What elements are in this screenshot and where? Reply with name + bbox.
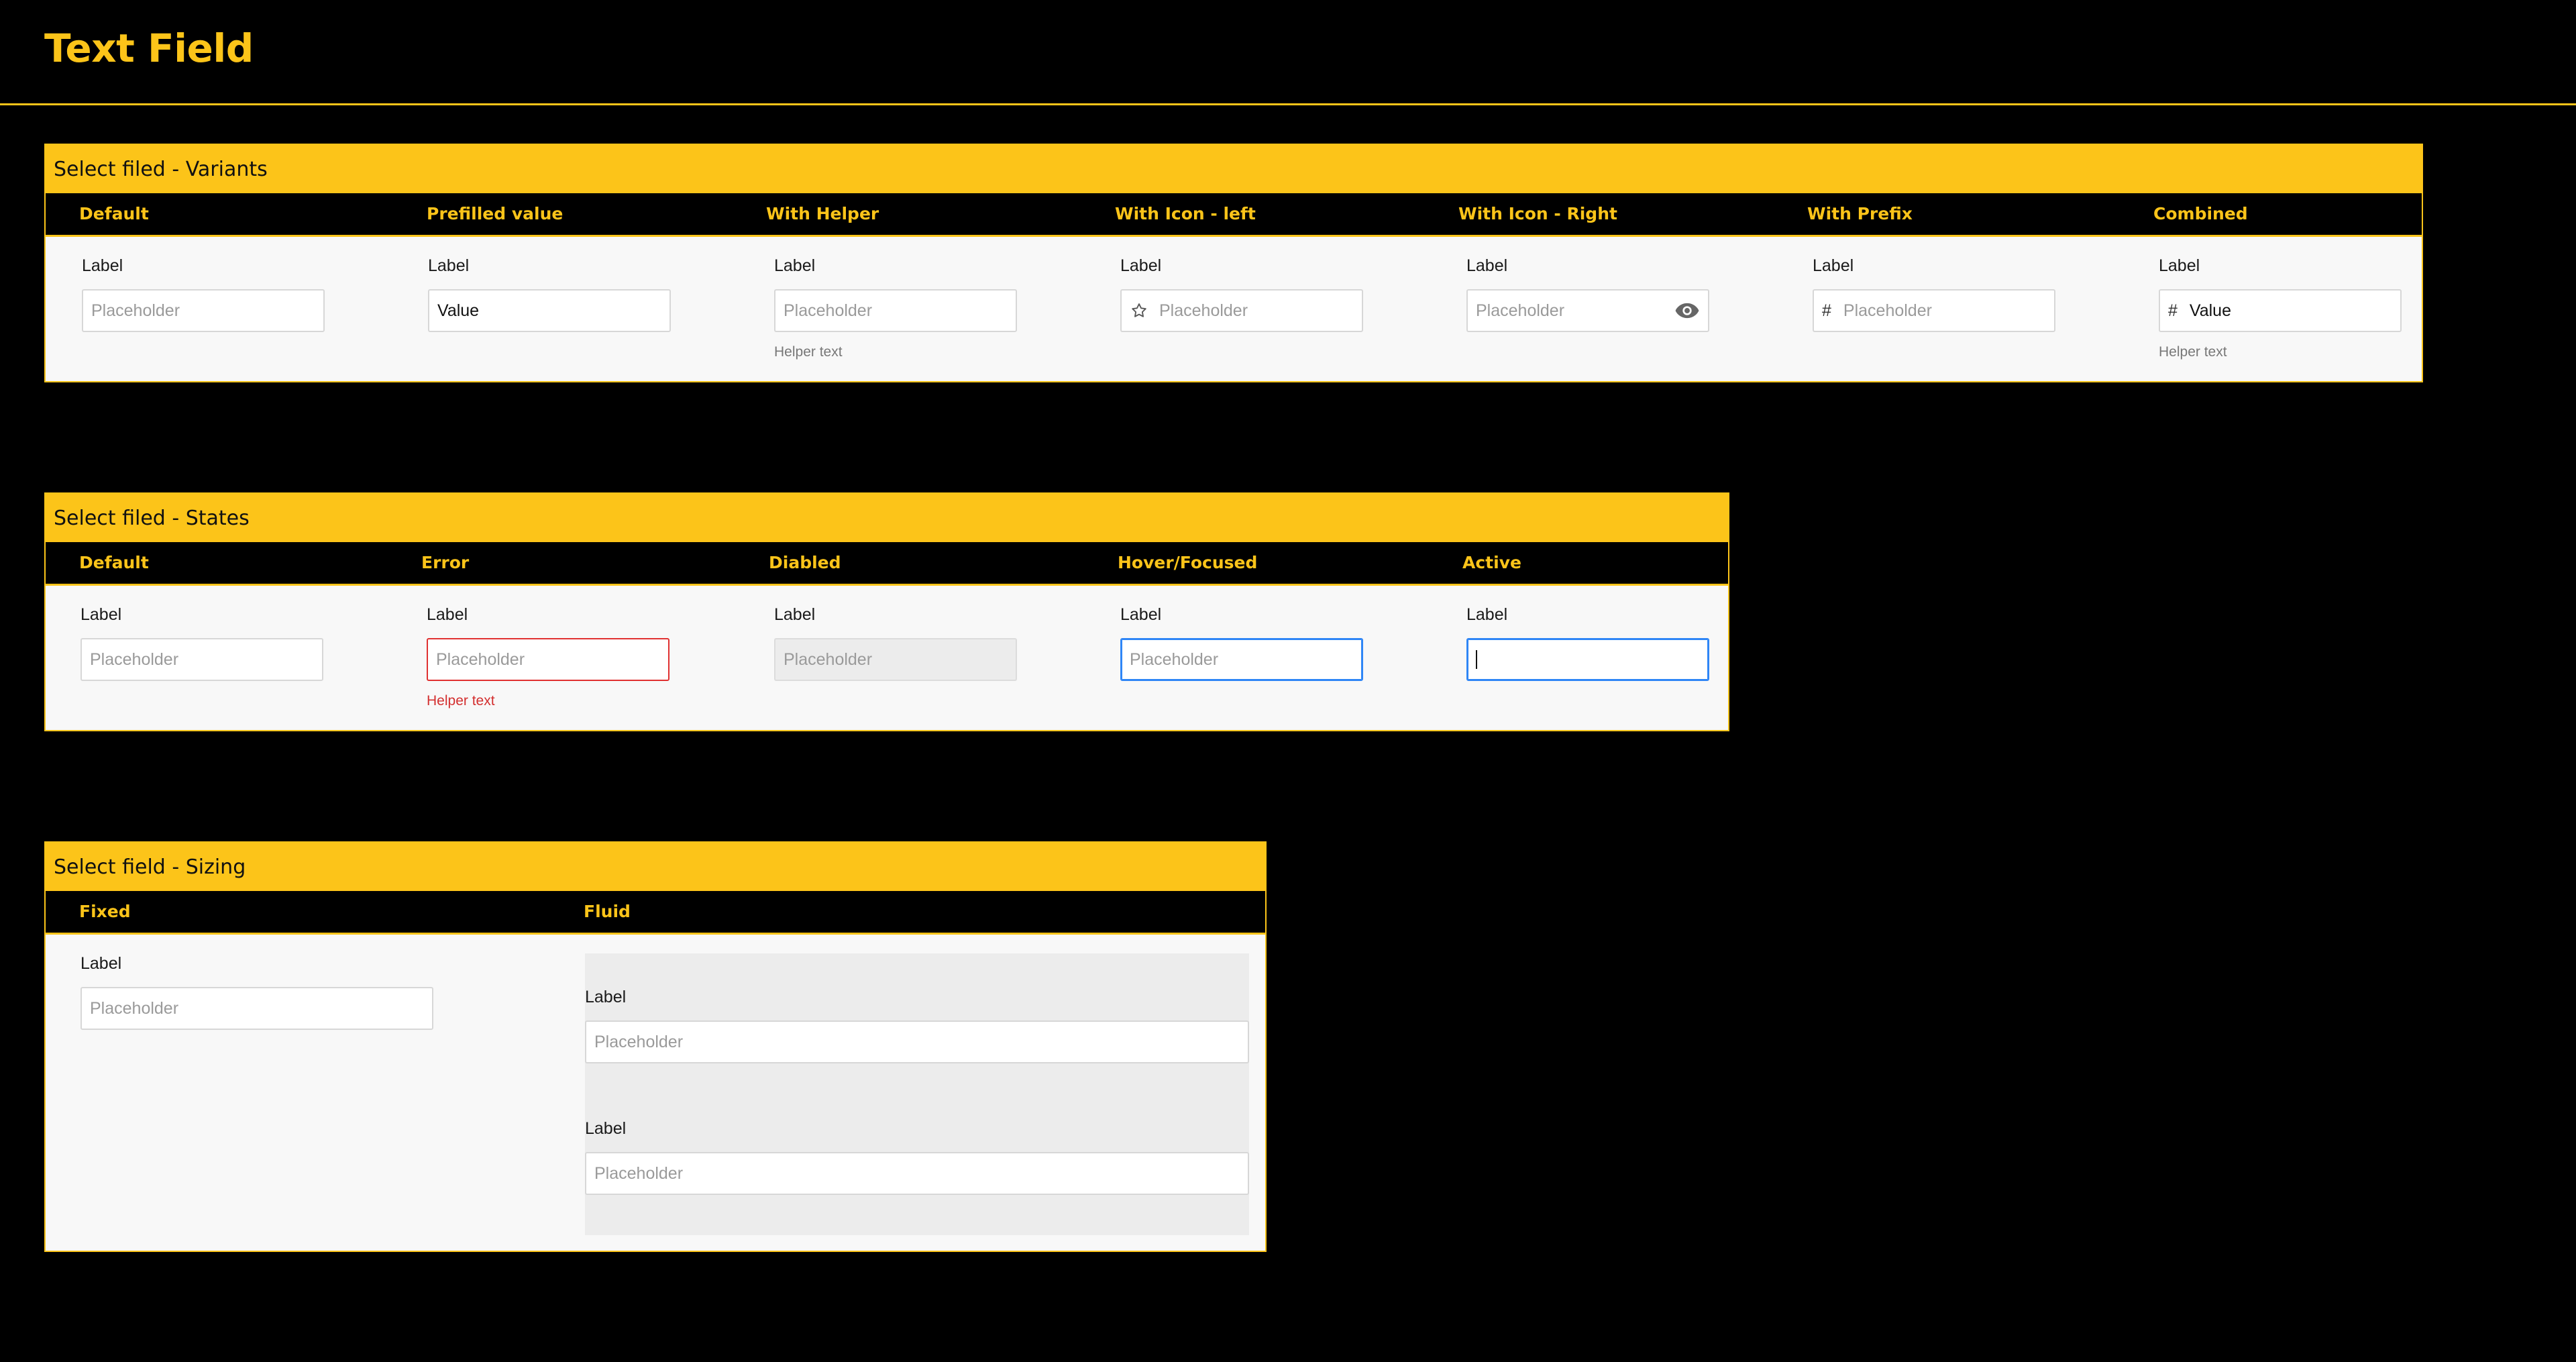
text-caret [1476, 650, 1477, 669]
field-label: Label [1120, 605, 1162, 624]
text-field-fluid: Label Placeholder [585, 1118, 1249, 1195]
column-header-active: Active [1462, 553, 1521, 572]
text-input[interactable]: Placeholder [82, 289, 325, 332]
text-field-state-focused: Label Placeholder [1120, 605, 1363, 681]
text-input[interactable]: # Placeholder [1813, 289, 2055, 332]
text-input[interactable]: Placeholder [80, 987, 433, 1030]
field-label: Label [428, 256, 470, 275]
column-header-disabled: Diabled [769, 553, 841, 572]
field-label: Label [1813, 256, 1854, 275]
text-input[interactable]: Placeholder [585, 1152, 1249, 1195]
states-section-title: Select filed - States [46, 494, 1728, 542]
column-header-fluid: Fluid [584, 902, 631, 921]
text-input[interactable]: Placeholder [585, 1020, 1249, 1063]
input-prefix: # [1822, 301, 1831, 320]
text-input[interactable]: Placeholder [1120, 289, 1363, 332]
sizing-section-title: Select field - Sizing [46, 843, 1265, 891]
error-helper-text: Helper text [427, 693, 495, 709]
text-input[interactable]: Placeholder [1120, 638, 1363, 681]
text-field-icon-left: Label Placeholder [1120, 256, 1363, 332]
text-input[interactable]: Placeholder [1466, 289, 1709, 332]
fluid-container: Label Placeholder Label Placeholder [585, 953, 1249, 1235]
text-field-fixed: Label Placeholder [80, 953, 433, 1030]
input-placeholder: Placeholder [594, 1163, 684, 1183]
text-field-icon-right: Label Placeholder [1466, 256, 1709, 332]
text-input[interactable]: Placeholder [427, 638, 669, 681]
star-outline-icon [1130, 301, 1148, 320]
text-input-disabled: Placeholder [774, 638, 1017, 681]
input-placeholder: Placeholder [1159, 301, 1248, 320]
text-field-with-prefix: Label # Placeholder [1813, 256, 2055, 332]
variants-section: Select filed - Variants Default Prefille… [44, 144, 2423, 382]
column-header-hover-focused: Hover/Focused [1118, 553, 1258, 572]
text-field-state-active: Label [1466, 605, 1709, 681]
input-placeholder: Placeholder [594, 1032, 684, 1051]
text-field-fluid: Label Placeholder [585, 987, 1249, 1063]
text-field-combined: Label # Value Helper text [2159, 256, 2402, 360]
field-label: Label [80, 954, 122, 973]
variants-section-title: Select filed - Variants [46, 145, 2422, 193]
column-header-default: Default [79, 553, 149, 572]
field-label: Label [1466, 605, 1508, 624]
column-header-with-helper: With Helper [766, 204, 879, 223]
helper-text: Helper text [2159, 344, 2227, 360]
text-field-prefilled: Label Value [428, 256, 671, 332]
input-placeholder: Placeholder [784, 301, 873, 320]
input-placeholder: Placeholder [91, 301, 180, 320]
column-header-combined: Combined [2153, 204, 2248, 223]
field-label: Label [1120, 256, 1162, 275]
states-column-headers: Default Error Diabled Hover/Focused Acti… [46, 542, 1728, 586]
field-label: Label [585, 1119, 627, 1138]
field-label: Label [1466, 256, 1508, 275]
input-value: Value [2189, 301, 2231, 320]
field-label: Label [427, 605, 468, 624]
input-placeholder: Placeholder [1130, 649, 1219, 669]
field-label: Label [80, 605, 122, 624]
sizing-section: Select field - Sizing Fixed Fluid Label … [44, 841, 1267, 1252]
text-input[interactable]: Placeholder [80, 638, 323, 681]
input-placeholder: Placeholder [90, 649, 179, 669]
field-label: Label [82, 256, 123, 275]
title-divider [0, 103, 2576, 105]
input-value: Value [437, 301, 480, 320]
text-field-state-error: Label Placeholder Helper text [427, 605, 669, 709]
text-input[interactable] [1466, 638, 1709, 681]
field-label: Label [774, 256, 816, 275]
field-label: Label [2159, 256, 2200, 275]
column-header-error: Error [421, 553, 470, 572]
column-header-icon-right: With Icon - Right [1458, 204, 1617, 223]
column-header-default: Default [79, 204, 149, 223]
input-placeholder: Placeholder [1843, 301, 1932, 320]
states-section: Select filed - States Default Error Diab… [44, 492, 1729, 731]
text-input[interactable]: # Value [2159, 289, 2402, 332]
input-prefix: # [2168, 301, 2178, 320]
input-placeholder: Placeholder [436, 649, 525, 669]
text-field-with-helper: Label Placeholder Helper text [774, 256, 1017, 360]
sizing-column-headers: Fixed Fluid [46, 891, 1265, 935]
page-title: Text Field [44, 25, 254, 71]
helper-text: Helper text [774, 344, 843, 360]
text-input[interactable]: Value [428, 289, 671, 332]
text-input[interactable]: Placeholder [774, 289, 1017, 332]
column-header-fixed: Fixed [79, 902, 131, 921]
input-placeholder: Placeholder [1476, 301, 1565, 320]
text-field-state-default: Label Placeholder [80, 605, 323, 681]
variants-column-headers: Default Prefilled value With Helper With… [46, 193, 2422, 237]
column-header-prefilled: Prefilled value [427, 204, 564, 223]
column-header-with-prefix: With Prefix [1807, 204, 1913, 223]
input-placeholder: Placeholder [90, 998, 179, 1018]
column-header-icon-left: With Icon - left [1115, 204, 1256, 223]
field-label: Label [774, 605, 816, 624]
text-field-default: Label Placeholder [82, 256, 325, 332]
input-placeholder: Placeholder [784, 649, 873, 669]
field-label: Label [585, 988, 627, 1006]
text-field-state-disabled: Label Placeholder [774, 605, 1017, 681]
eye-icon[interactable] [1674, 301, 1700, 321]
